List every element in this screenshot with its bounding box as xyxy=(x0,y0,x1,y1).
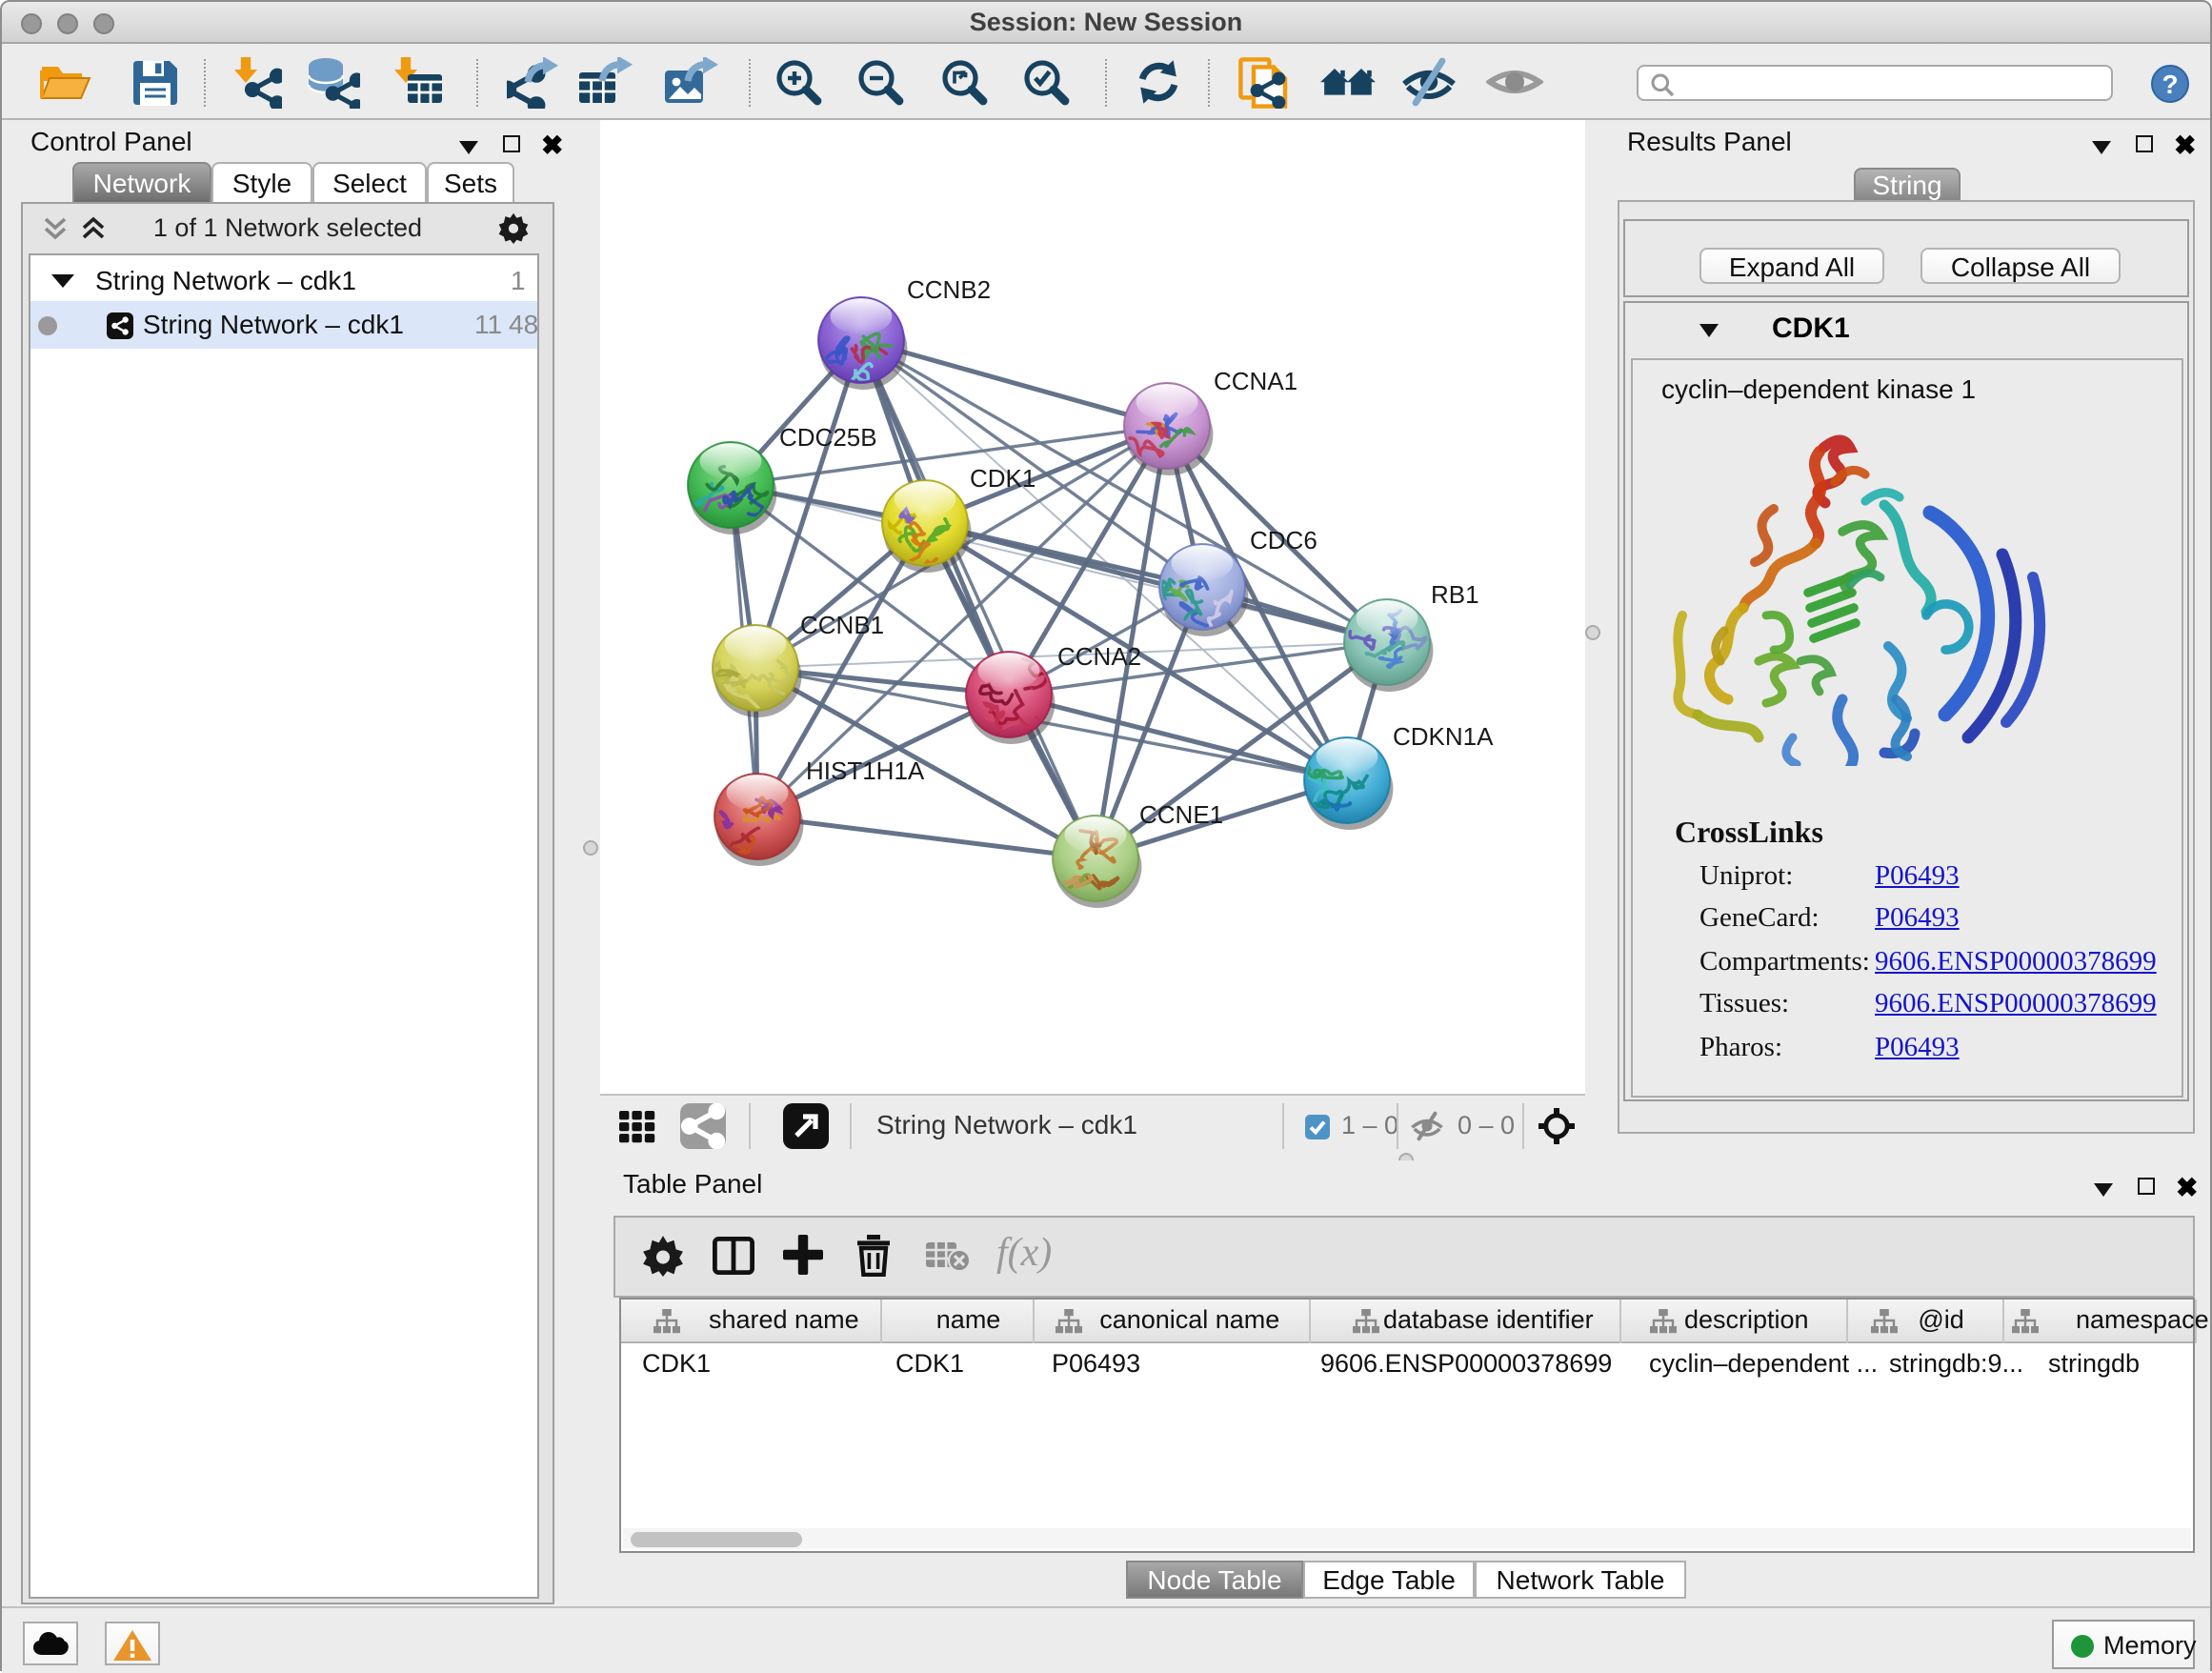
svg-text:CDKN1A: CDKN1A xyxy=(1393,722,1494,751)
svg-text:CCNB1: CCNB1 xyxy=(800,611,884,639)
svg-text:CCNA2: CCNA2 xyxy=(1057,642,1141,671)
svg-text:CCNA1: CCNA1 xyxy=(1214,367,1297,395)
svg-text:CDK1: CDK1 xyxy=(970,464,1036,493)
svg-text:CCNB2: CCNB2 xyxy=(907,275,991,304)
svg-text:CCNE1: CCNE1 xyxy=(1139,800,1223,829)
svg-text:RB1: RB1 xyxy=(1431,580,1479,609)
svg-text:CDC6: CDC6 xyxy=(1250,526,1317,554)
svg-text:HIST1H1A: HIST1H1A xyxy=(806,756,925,785)
svg-text:CDC25B: CDC25B xyxy=(779,423,877,452)
